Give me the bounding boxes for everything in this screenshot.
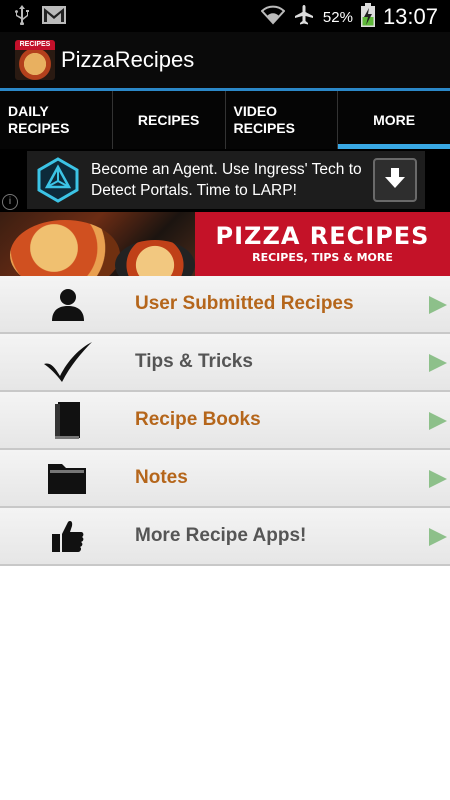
battery-percent: 52%: [322, 8, 353, 26]
app-logo[interactable]: RECIPES: [15, 40, 55, 80]
promo-banner[interactable]: PIZZA RECIPES RECIPES, TIPS & MORE: [0, 212, 450, 276]
list-item-label: User Submitted Recipes: [135, 293, 354, 314]
list-item-notes[interactable]: Notes: [0, 450, 450, 508]
pizza-photo: [0, 212, 195, 276]
ad-text: Become an Agent. Use Ingress' Tech to De…: [91, 161, 362, 199]
download-button[interactable]: [373, 158, 417, 202]
tab-label: DAILY RECIPES: [8, 103, 70, 136]
thumbs-up-icon: [40, 514, 96, 558]
chevron-right-icon: [429, 528, 447, 546]
chevron-right-icon: [429, 296, 447, 314]
banner-title: PIZZA RECIPES: [215, 222, 430, 250]
ad-info-icon[interactable]: i: [2, 194, 18, 210]
battery-charging-icon: [360, 3, 375, 31]
user-icon: [40, 282, 96, 326]
tab-bar: DAILY RECIPES RECIPES VIDEO RECIPES MORE: [0, 91, 450, 149]
status-bar: 52% 13:07: [0, 0, 450, 32]
ad-content[interactable]: Become an Agent. Use Ingress' Tech to De…: [27, 151, 425, 209]
action-bar: RECIPES PizzaRecipes: [0, 32, 450, 88]
more-menu-list: User Submitted Recipes Tips & Tricks Rec…: [0, 276, 450, 566]
list-item-label: Tips & Tricks: [135, 351, 253, 372]
list-item-label: More Recipe Apps!: [135, 525, 307, 546]
list-item-tips-tricks[interactable]: Tips & Tricks: [0, 334, 450, 392]
app-title: PizzaRecipes: [61, 47, 195, 72]
tab-recipes[interactable]: RECIPES: [113, 91, 226, 149]
list-item-more-recipe-apps[interactable]: More Recipe Apps!: [0, 508, 450, 566]
clock: 13:07: [382, 4, 438, 29]
banner-caption: PIZZA RECIPES RECIPES, TIPS & MORE: [195, 212, 450, 276]
airplane-icon: [293, 4, 315, 30]
chevron-right-icon: [429, 354, 447, 372]
tab-video-recipes[interactable]: VIDEO RECIPES: [226, 91, 339, 149]
app-logo-label: RECIPES: [15, 40, 55, 50]
tab-daily-recipes[interactable]: DAILY RECIPES: [0, 91, 113, 149]
list-item-user-submitted-recipes[interactable]: User Submitted Recipes: [0, 276, 450, 334]
folder-icon: [40, 456, 96, 500]
banner-subtitle: RECIPES, TIPS & MORE: [252, 251, 393, 264]
list-item-label: Notes: [135, 467, 188, 488]
tab-label: VIDEO RECIPES: [233, 103, 295, 136]
list-item-label: Recipe Books: [135, 409, 261, 430]
checkmark-icon: [40, 340, 96, 384]
book-icon: [40, 398, 96, 442]
chevron-right-icon: [429, 470, 447, 488]
ad-banner[interactable]: Become an Agent. Use Ingress' Tech to De…: [0, 149, 450, 212]
ingress-icon: [35, 157, 81, 203]
tab-more[interactable]: MORE: [338, 91, 450, 149]
download-arrow-icon: [384, 166, 406, 195]
usb-icon: [14, 5, 30, 30]
tab-label: RECIPES: [137, 111, 200, 128]
tab-label: MORE: [373, 111, 416, 128]
chevron-right-icon: [429, 412, 447, 430]
gmail-icon: [42, 6, 66, 29]
wifi-icon: [260, 5, 286, 29]
list-item-recipe-books[interactable]: Recipe Books: [0, 392, 450, 450]
